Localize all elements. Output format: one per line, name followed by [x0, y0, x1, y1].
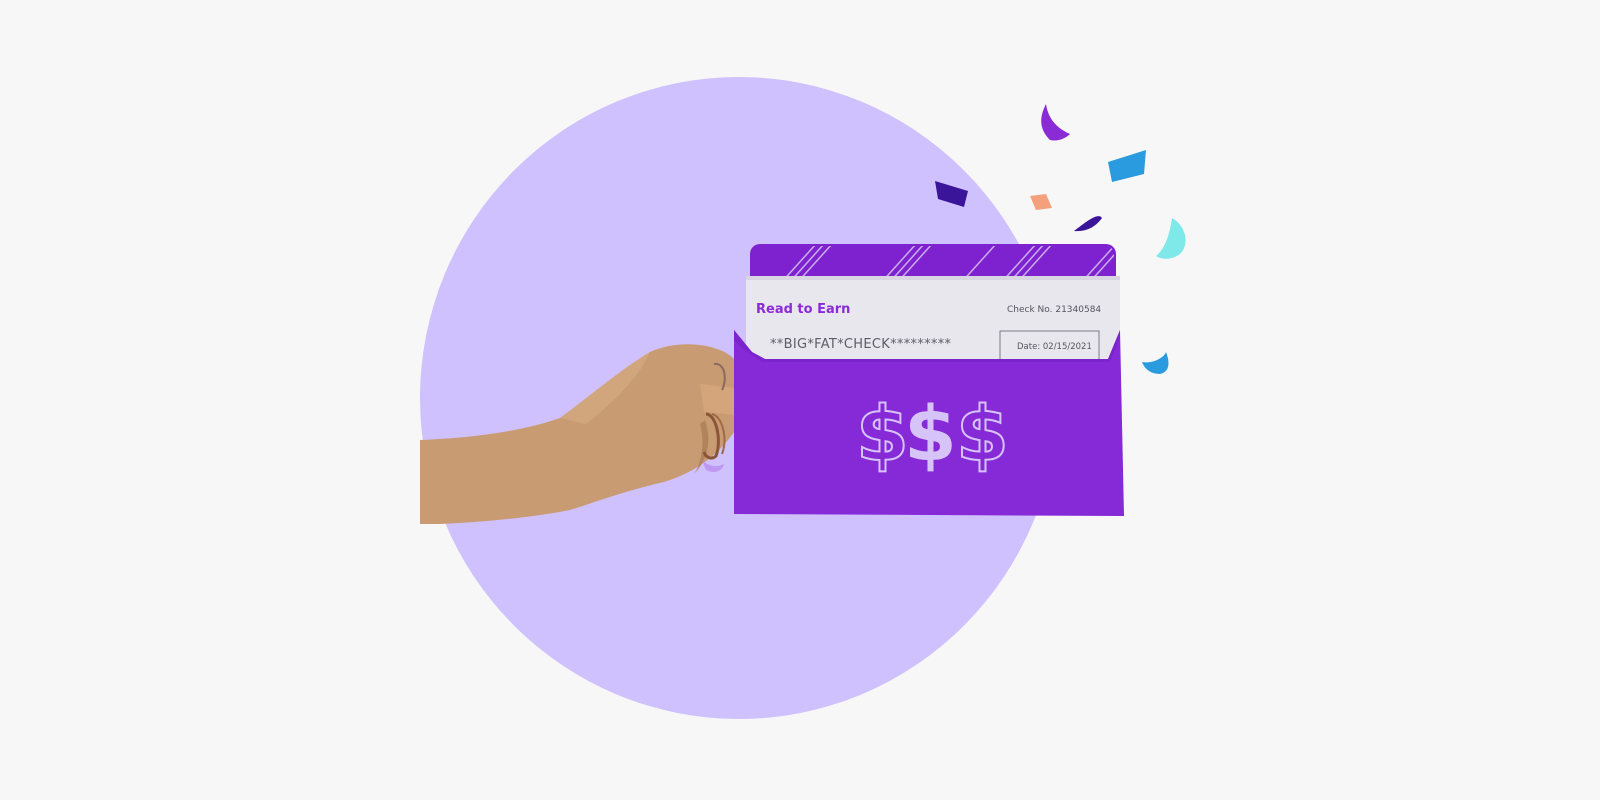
check-payee: **BIG*FAT*CHECK*********	[770, 337, 952, 352]
svg-text:$: $	[956, 389, 1009, 478]
check-title: Read to Earn	[756, 302, 851, 317]
scene: $ $ $ Read to Earn Check No. 21340584 **…	[0, 0, 1600, 800]
check-number: Check No. 21340584	[1007, 305, 1102, 315]
svg-text:$: $	[904, 389, 957, 478]
dollar-sign-icon: $ $ $	[855, 388, 1010, 479]
check	[746, 276, 1120, 366]
hand-envelope-illustration: $ $ $	[420, 104, 1186, 524]
check-date: Date: 02/15/2021	[1017, 342, 1092, 352]
svg-text:$: $	[856, 389, 909, 478]
